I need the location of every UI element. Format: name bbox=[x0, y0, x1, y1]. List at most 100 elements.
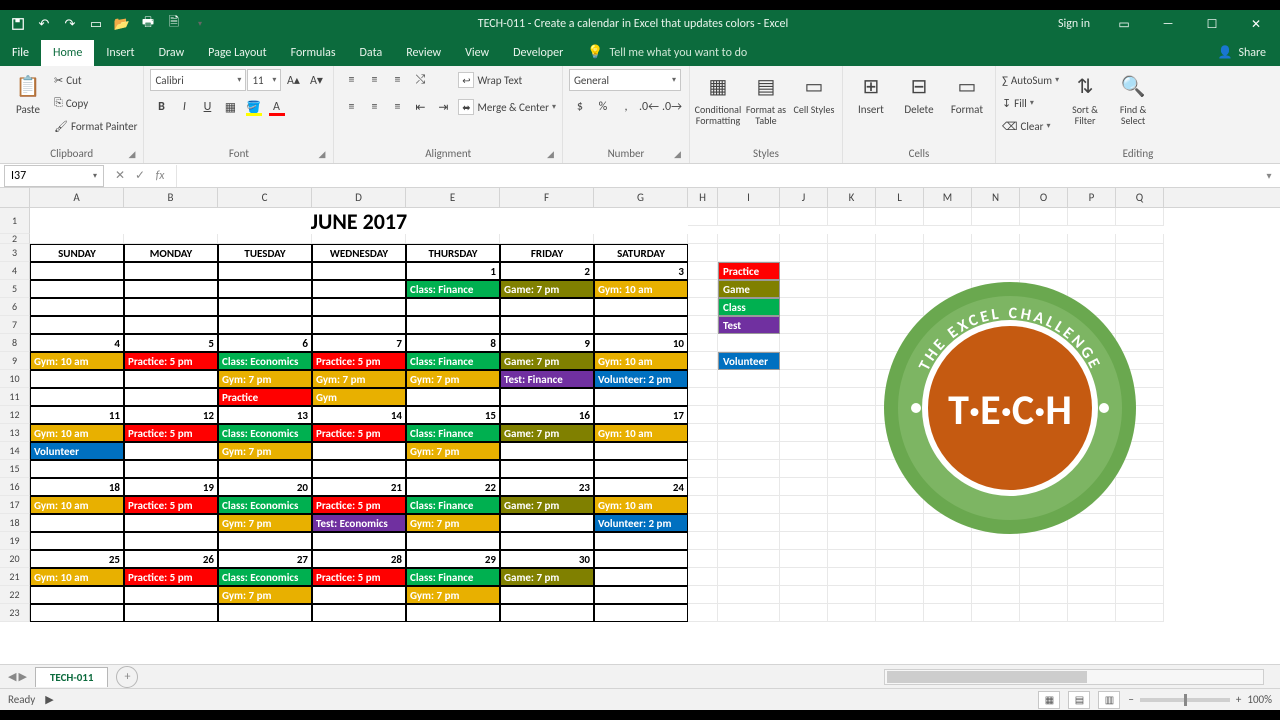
zoom-slider[interactable]: − + 100% bbox=[1128, 693, 1272, 706]
cell[interactable] bbox=[688, 604, 718, 622]
calendar-event[interactable]: Gym: 7 pm bbox=[218, 370, 312, 388]
insert-cells-button[interactable]: ⊞Insert bbox=[849, 69, 893, 116]
day-header[interactable]: WEDNESDAY bbox=[312, 244, 406, 262]
font-size-select[interactable]: 11▾ bbox=[247, 69, 281, 91]
dialog-launcher-icon[interactable]: ◢ bbox=[129, 149, 136, 160]
borders-button[interactable]: ▦ bbox=[219, 96, 241, 118]
cell[interactable] bbox=[594, 442, 688, 460]
cell[interactable] bbox=[218, 532, 312, 550]
row-header[interactable]: 13 bbox=[0, 424, 30, 442]
tab-file[interactable]: File bbox=[0, 40, 41, 66]
cell[interactable] bbox=[1116, 586, 1164, 604]
delete-cells-button[interactable]: ⊟Delete bbox=[897, 69, 941, 116]
cell[interactable] bbox=[924, 234, 972, 244]
decrease-indent-icon[interactable]: ⇤ bbox=[409, 96, 431, 118]
cell[interactable] bbox=[124, 370, 218, 388]
merge-center-button[interactable]: ⬌Merge & Center▾ bbox=[458, 96, 556, 118]
cell[interactable] bbox=[124, 442, 218, 460]
cell[interactable] bbox=[688, 568, 718, 586]
cell[interactable] bbox=[30, 370, 124, 388]
autosum-button[interactable]: ∑AutoSum▾ bbox=[1002, 69, 1059, 91]
row-header[interactable]: 15 bbox=[0, 460, 30, 478]
cell[interactable]: 4 bbox=[30, 334, 124, 352]
cell[interactable] bbox=[718, 568, 780, 586]
calendar-event[interactable]: Practice: 5 pm bbox=[312, 496, 406, 514]
cell[interactable]: 28 bbox=[312, 550, 406, 568]
cell[interactable] bbox=[780, 442, 828, 460]
cell[interactable]: 11 bbox=[30, 406, 124, 424]
cell[interactable] bbox=[124, 262, 218, 280]
cell[interactable] bbox=[924, 550, 972, 568]
cell[interactable] bbox=[780, 460, 828, 478]
cell[interactable] bbox=[688, 352, 718, 370]
cell[interactable] bbox=[780, 352, 828, 370]
align-center-icon[interactable]: ≡ bbox=[363, 96, 385, 118]
cell[interactable] bbox=[406, 460, 500, 478]
cell[interactable] bbox=[876, 244, 924, 262]
cell[interactable] bbox=[1116, 604, 1164, 622]
cell[interactable] bbox=[718, 514, 780, 532]
calendar-event[interactable]: Gym: 10 am bbox=[30, 496, 124, 514]
cell[interactable] bbox=[30, 604, 124, 622]
cell[interactable] bbox=[312, 442, 406, 460]
cell[interactable] bbox=[876, 208, 924, 226]
calendar-event[interactable]: Gym: 7 pm bbox=[406, 370, 500, 388]
cell[interactable] bbox=[594, 234, 688, 244]
legend-item[interactable]: Volunteer bbox=[718, 352, 780, 370]
cell[interactable] bbox=[828, 442, 876, 460]
cell[interactable] bbox=[30, 388, 124, 406]
cell[interactable] bbox=[780, 244, 828, 262]
cell[interactable] bbox=[688, 478, 718, 496]
cell[interactable] bbox=[688, 586, 718, 604]
cell[interactable] bbox=[218, 316, 312, 334]
row-header[interactable]: 8 bbox=[0, 334, 30, 352]
cell[interactable] bbox=[406, 316, 500, 334]
tell-me-search[interactable]: 💡Tell me what you want to do bbox=[575, 39, 759, 66]
row-header[interactable]: 1 bbox=[0, 208, 30, 234]
cell[interactable]: 24 bbox=[594, 478, 688, 496]
align-top-icon[interactable]: ≡ bbox=[340, 69, 362, 91]
cell[interactable] bbox=[780, 234, 828, 244]
cell[interactable]: 1 bbox=[406, 262, 500, 280]
cell[interactable] bbox=[924, 604, 972, 622]
cell[interactable] bbox=[124, 604, 218, 622]
cell[interactable] bbox=[500, 586, 594, 604]
cell[interactable] bbox=[30, 532, 124, 550]
day-header[interactable]: THURSDAY bbox=[406, 244, 500, 262]
cell[interactable]: 6 bbox=[218, 334, 312, 352]
cell[interactable] bbox=[780, 514, 828, 532]
calendar-event[interactable]: Class: Economics bbox=[218, 568, 312, 586]
cell[interactable] bbox=[688, 316, 718, 334]
cell[interactable] bbox=[124, 298, 218, 316]
decrease-font-icon[interactable]: A▾ bbox=[305, 69, 327, 91]
maximize-icon[interactable]: ☐ bbox=[1192, 10, 1232, 38]
worksheet-grid[interactable]: 1JUNE 201723SUNDAYMONDAYTUESDAYWEDNESDAY… bbox=[0, 208, 1280, 664]
cell[interactable]: 9 bbox=[500, 334, 594, 352]
cell[interactable] bbox=[30, 298, 124, 316]
cell[interactable] bbox=[500, 298, 594, 316]
cell[interactable] bbox=[312, 262, 406, 280]
sheet-nav-next-icon[interactable]: ▶ bbox=[18, 670, 26, 683]
cell[interactable] bbox=[828, 280, 876, 298]
cell[interactable] bbox=[688, 406, 718, 424]
cell[interactable] bbox=[780, 496, 828, 514]
cell[interactable] bbox=[30, 262, 124, 280]
cell[interactable]: 27 bbox=[218, 550, 312, 568]
calendar-event[interactable]: Gym: 7 pm bbox=[406, 586, 500, 604]
calendar-event[interactable]: Gym: 10 am bbox=[594, 352, 688, 370]
cell[interactable] bbox=[1020, 234, 1068, 244]
cell[interactable] bbox=[972, 568, 1020, 586]
cell[interactable] bbox=[688, 442, 718, 460]
cell[interactable] bbox=[780, 208, 828, 226]
cell[interactable]: 8 bbox=[406, 334, 500, 352]
tab-view[interactable]: View bbox=[453, 40, 501, 66]
cell[interactable] bbox=[828, 262, 876, 280]
minimize-icon[interactable]: — bbox=[1148, 10, 1188, 38]
cell[interactable] bbox=[828, 514, 876, 532]
calendar-event[interactable]: Game: 7 pm bbox=[500, 280, 594, 298]
cell[interactable] bbox=[1068, 604, 1116, 622]
column-header[interactable]: M bbox=[924, 188, 972, 207]
italic-button[interactable]: I bbox=[173, 96, 195, 118]
cell-styles-button[interactable]: ▭Cell Styles bbox=[792, 69, 836, 115]
cell[interactable] bbox=[972, 234, 1020, 244]
